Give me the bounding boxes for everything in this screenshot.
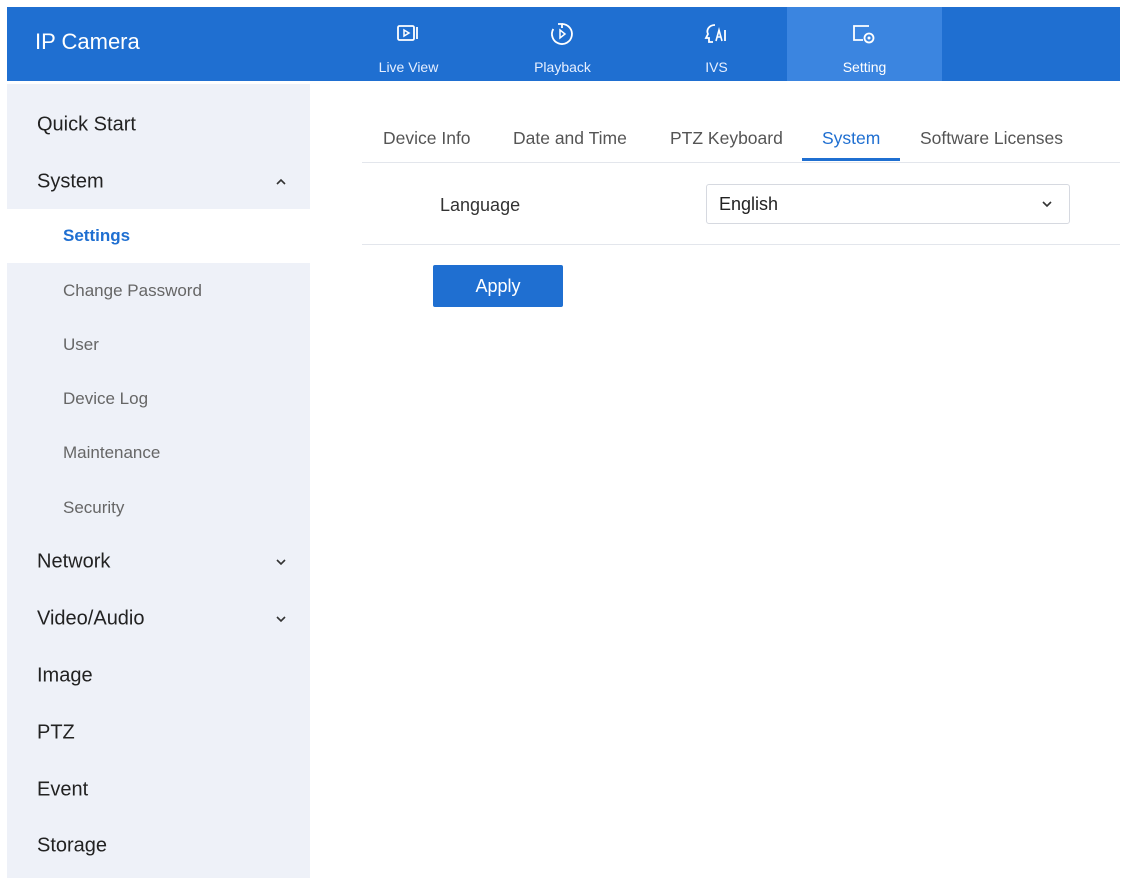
sidebar-subitem-change-password[interactable]: Change Password [7,264,310,318]
chevron-down-icon [1042,201,1052,208]
sidebar-item-system[interactable]: System [7,155,310,209]
chevron-down-icon [276,616,286,623]
nav-tab-label: IVS [705,59,728,75]
apply-button[interactable]: Apply [433,265,563,307]
language-select-value: English [719,194,779,214]
sidebar-subitem-label: Settings [63,226,131,245]
sidebar-item-network[interactable]: Network [7,535,310,589]
language-label: Language [440,195,521,215]
top-header: IP Camera Live View Playback IVS Setting [7,7,1120,81]
nav-tab-ivs[interactable]: IVS [639,7,794,81]
settings-subtabs: Device Info Date and Time PTZ Keyboard S… [362,118,1120,163]
nav-tab-live-view[interactable]: Live View [331,7,486,81]
sidebar-item-label: Video/Audio [37,607,145,630]
sidebar-item-video-audio[interactable]: Video/Audio [7,592,310,646]
sidebar-subitem-device-log[interactable]: Device Log [7,372,310,426]
sidebar-subitem-maintenance[interactable]: Maintenance [7,426,310,480]
ivs-ai-icon [704,24,726,43]
sidebar: Quick Start System Settings Change Passw… [7,84,310,878]
sidebar-item-quick-start[interactable]: Quick Start [7,98,310,152]
sidebar-item-label: Quick Start [37,113,136,136]
sidebar-subitem-settings[interactable]: Settings [7,209,310,263]
language-select[interactable]: English [706,184,1070,224]
live-view-icon [397,25,418,41]
sidebar-subitem-label: Change Password [63,281,202,300]
sidebar-item-label: Image [37,664,93,687]
sidebar-item-image[interactable]: Image [7,649,310,703]
sidebar-item-label: Network [37,550,111,573]
tab-ptz-keyboard[interactable]: PTZ Keyboard [670,128,783,149]
sidebar-item-label: System [37,170,104,193]
sidebar-item-storage[interactable]: Storage [7,819,310,873]
sidebar-subitem-label: Device Log [63,389,149,408]
sidebar-subitem-user[interactable]: User [7,318,310,372]
nav-tab-label: Playback [534,59,591,75]
tab-date-and-time[interactable]: Date and Time [513,128,627,149]
sidebar-subitem-label: Security [63,498,125,517]
setting-icon [853,25,875,44]
sidebar-subitem-label: User [63,335,99,354]
sidebar-item-label: Storage [37,834,108,857]
sidebar-item-event[interactable]: Event [7,763,310,817]
sidebar-item-label: PTZ [37,721,75,744]
nav-tab-setting[interactable]: Setting [787,7,942,81]
playback-icon [551,23,573,45]
nav-tab-label: Setting [842,59,887,75]
nav-tab-label: Live View [378,59,439,75]
chevron-up-icon [276,178,286,185]
app-title: IP Camera [35,29,140,54]
sidebar-item-ptz[interactable]: PTZ [7,706,310,760]
sidebar-subitem-security[interactable]: Security [7,481,310,535]
chevron-down-icon [276,559,286,566]
sidebar-subitem-label: Maintenance [63,443,161,462]
tab-software-licenses[interactable]: Software Licenses [920,128,1063,149]
active-tab-indicator [802,158,900,161]
sidebar-item-label: Event [37,778,89,801]
tab-device-info[interactable]: Device Info [383,128,471,149]
tab-system[interactable]: System [822,128,880,149]
nav-tab-playback[interactable]: Playback [485,7,640,81]
divider [362,244,1120,245]
